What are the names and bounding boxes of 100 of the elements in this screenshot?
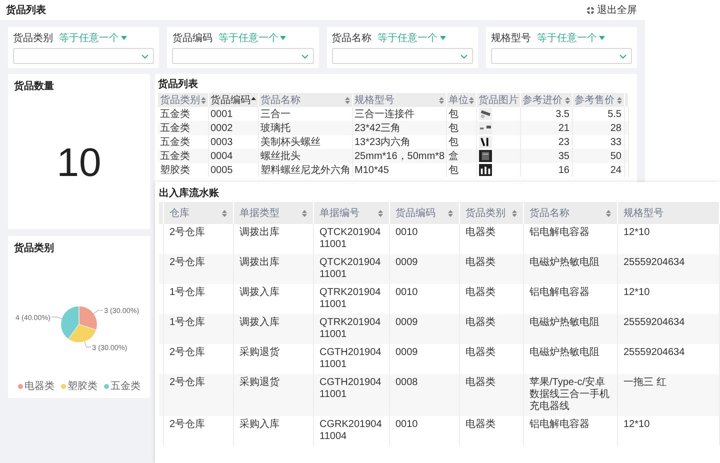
column-header[interactable]: 规格型号 [352, 93, 446, 107]
column-header[interactable]: 单位 [446, 93, 476, 107]
table-cell: 24 [572, 163, 624, 177]
column-header[interactable]: 单据编号 [313, 202, 389, 224]
table-cell: 五金类 [158, 149, 208, 163]
select-field[interactable] [13, 48, 154, 64]
table-cell: 电磁炉热敏电阻 [523, 344, 617, 374]
sort-icon[interactable] [468, 96, 474, 104]
table-cell: 0009 [389, 314, 459, 344]
table-cell: 2号仓库 [163, 416, 233, 446]
leader-line [51, 316, 62, 319]
caret-down-icon [598, 36, 605, 40]
table-cell: 0009 [389, 254, 459, 284]
table-cell: 3.5 [520, 107, 572, 121]
legend-label: 塑胶类 [68, 380, 98, 393]
column-header[interactable]: 仓库 [163, 202, 233, 224]
chevron-down-icon [619, 54, 627, 58]
legend-label: 电器类 [24, 380, 54, 393]
column-header[interactable]: 货品名称 [523, 202, 617, 224]
table-cell: 28 [572, 121, 624, 135]
sort-icon[interactable] [606, 210, 610, 216]
table-cell: 0001 [208, 107, 258, 121]
sort-icon[interactable] [200, 96, 206, 104]
table-cell: 铝电解电容器 [523, 416, 617, 446]
sort-icon[interactable] [512, 210, 516, 216]
table-cell: 25559204634 [617, 254, 720, 284]
table-cell: 三合一连接件 [352, 107, 446, 121]
operator-dropdown[interactable]: 等于任意一个 [378, 31, 446, 45]
operator-dropdown[interactable]: 等于任意一个 [59, 31, 127, 45]
table-cell: 16 [520, 163, 572, 177]
column-header[interactable]: 参考进价 [520, 93, 572, 107]
sort-icon[interactable] [448, 210, 452, 216]
filter-label: 货品名称 [332, 32, 372, 45]
panel-title: 出入库流水账 [159, 186, 220, 201]
sort-icon[interactable] [616, 96, 622, 104]
sort-icon[interactable] [344, 96, 350, 104]
select-field[interactable] [172, 48, 314, 64]
select-field[interactable] [332, 48, 473, 64]
column-header[interactable]: 规格型号 [617, 202, 720, 224]
table-cell: 电器类 [459, 416, 523, 446]
column-header[interactable]: 货品编码 [208, 93, 258, 107]
table-cell: 铝电解电容器 [523, 224, 617, 254]
exit-fullscreen-button[interactable]: 退出全屏 [587, 3, 637, 17]
table-cell: 13*23内六角 [352, 135, 446, 149]
column-header[interactable]: 货品编码 [389, 202, 459, 224]
sort-icon[interactable] [302, 210, 306, 216]
table-cell: QTCK20190411001 [313, 224, 389, 254]
table-cell: 12*10 [617, 284, 720, 314]
table-cell: 50 [572, 149, 624, 163]
filter-label: 货品类别 [13, 32, 53, 45]
table-cell: 电磁炉热敏电阻 [523, 314, 617, 344]
table-cell: 33 [572, 135, 624, 149]
table-cell: CGRK20190411004 [313, 416, 389, 446]
table-cell: M10*45 [352, 163, 446, 177]
table-cell: 盒 [446, 149, 476, 163]
table-cell: 电器类 [459, 254, 523, 284]
column-header[interactable]: 货品类别 [158, 93, 208, 107]
column-header[interactable]: 货品图片 [476, 93, 520, 107]
sort-icon[interactable] [222, 210, 226, 216]
card-title: 货品列表 [158, 79, 198, 90]
table-cell: 5.5 [572, 107, 624, 121]
select-field[interactable] [490, 48, 632, 64]
table-cell: 包 [446, 121, 476, 135]
table-cell: QTCK20190411001 [313, 254, 389, 284]
operator-dropdown[interactable]: 等于任意一个 [218, 31, 286, 45]
table-cell: 电器类 [459, 224, 523, 254]
table-cell: 调拨入库 [233, 284, 313, 314]
sort-icon[interactable] [378, 210, 382, 216]
column-header[interactable]: 货品名称 [258, 93, 352, 107]
column-header[interactable]: 货品类别 [459, 202, 523, 224]
operator-dropdown[interactable]: 等于任意一个 [536, 31, 605, 45]
table-cell: 包 [446, 135, 476, 149]
table-cell: 铝电解电容器 [523, 284, 617, 314]
table-cell: QTRK20190411001 [313, 284, 389, 314]
table-cell: 0009 [389, 344, 459, 374]
table-cell: 电器类 [459, 314, 523, 344]
table-cell: 0010 [389, 224, 459, 254]
caret-down-icon [121, 36, 127, 40]
table-cell: 采购入库 [233, 416, 313, 446]
table-cell: 苹果/Type-c/安卓数据线三合一手机充电器线 [523, 374, 617, 416]
table-cell: 调拨出库 [233, 254, 313, 284]
table-cell: 2号仓库 [163, 374, 233, 416]
table-cell: 采购退货 [233, 344, 313, 374]
table-cell: 包 [446, 163, 476, 177]
table-cell: 包 [446, 107, 476, 121]
table-cell: 12*10 [617, 224, 720, 254]
card-title: 货品数量 [14, 80, 55, 93]
table-cell: 美制杯头螺丝 [258, 135, 352, 149]
table-cell: 五金类 [158, 121, 208, 135]
caret-down-icon [280, 36, 286, 40]
table-cell: 0004 [208, 149, 258, 163]
column-header[interactable]: 单据类型 [233, 202, 313, 224]
leader-line [84, 341, 92, 348]
chevron-down-icon [460, 54, 468, 58]
sort-icon[interactable] [438, 96, 444, 104]
table-cell: 21 [520, 121, 572, 135]
sort-icon[interactable] [564, 96, 570, 104]
table-cell: 五金类 [158, 107, 208, 121]
table-cell: 玻璃托 [258, 121, 352, 135]
column-header[interactable]: 参考售价 [572, 93, 624, 107]
